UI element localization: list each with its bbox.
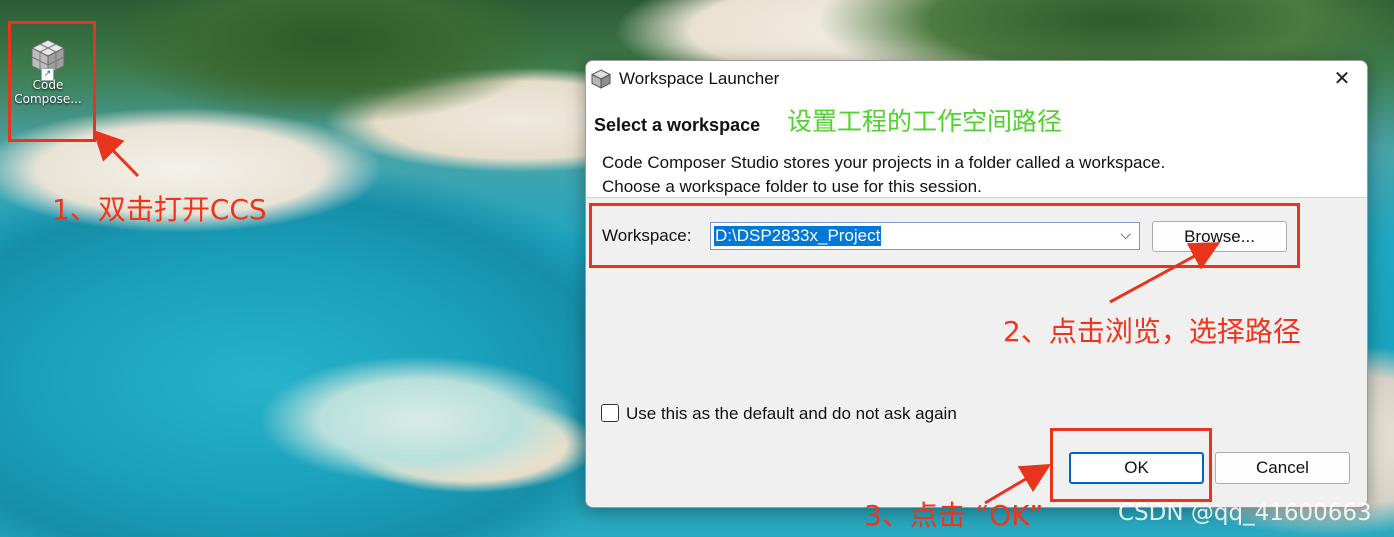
header-description: Code Composer Studio stores your project…	[602, 151, 1165, 199]
close-icon[interactable]: ✕	[1328, 65, 1356, 93]
description-line1: Code Composer Studio stores your project…	[602, 153, 1166, 172]
annotation-box-workspace	[589, 203, 1300, 268]
annotation-step3: 3、点击 “OK”	[864, 499, 1044, 532]
header-title: Select a workspace	[594, 115, 761, 135]
annotation-step2: 2、点击浏览，选择路径	[1003, 315, 1301, 348]
dialog-titlebar[interactable]: Workspace Launcher ✕	[586, 61, 1367, 97]
default-workspace-checkbox[interactable]	[601, 404, 619, 422]
csdn-watermark: CSDN @qq_41600663	[1118, 500, 1372, 526]
annotation-box-desktop-icon	[8, 21, 96, 142]
annotation-box-ok	[1050, 428, 1212, 502]
annotation-step1: 1、双击打开CCS	[52, 193, 267, 226]
cancel-button[interactable]: Cancel	[1215, 452, 1350, 484]
default-workspace-checkbox-label[interactable]: Use this as the default and do not ask a…	[626, 404, 957, 424]
dialog-title: Workspace Launcher	[619, 69, 780, 88]
description-line2: Choose a workspace folder to use for thi…	[602, 177, 982, 196]
annotation-header-note: 设置工程的工作空间路径	[787, 107, 1063, 136]
cube-app-icon	[590, 69, 612, 89]
